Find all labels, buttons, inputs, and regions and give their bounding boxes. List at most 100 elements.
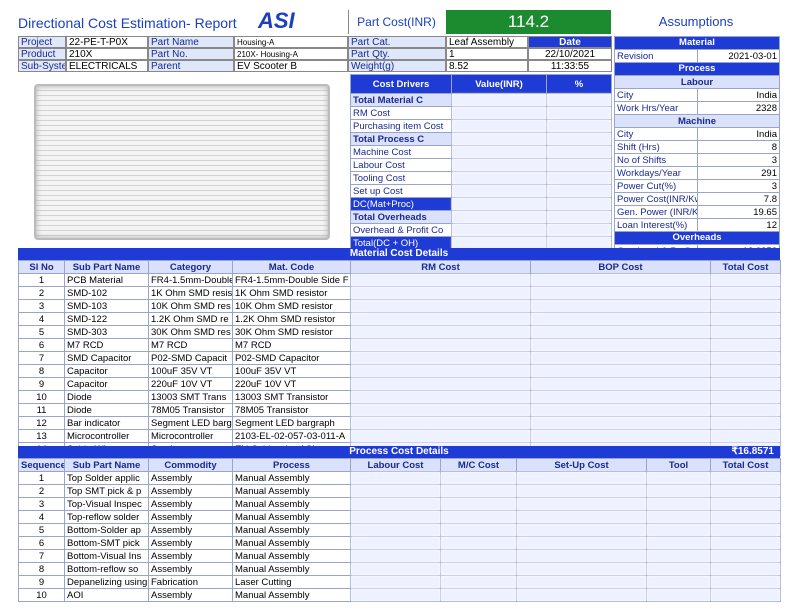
material-row: 7 SMD Capacitor P02-SMD Capacit P02-SMD Cap…: [18, 351, 781, 365]
process-cell: 8: [18, 562, 65, 576]
part-image: [34, 84, 330, 240]
partqty-value[interactable]: 1: [446, 48, 528, 60]
assumption-value[interactable]: 291: [696, 166, 780, 180]
cost-driver-row: Labour Cost: [350, 158, 612, 172]
process-cost-cell: [350, 536, 441, 550]
cost-driver-percent: [546, 145, 612, 159]
process-col-header: Process: [232, 458, 351, 472]
assumptions-title: Assumptions: [658, 14, 734, 29]
material-cost-cell: [530, 338, 711, 352]
assumption-label: Work Hrs/Year: [614, 101, 698, 115]
assumption-label: Power Cut(%): [614, 179, 698, 193]
assumption-label: City: [614, 127, 698, 141]
material-section: Material: [614, 36, 780, 50]
material-cell: Capacitor: [64, 364, 149, 378]
process-cost-cell: [440, 549, 517, 563]
process-cost-cell: [440, 471, 517, 485]
process-col-header: M/C Cost: [440, 458, 517, 472]
process-cost-cell: [440, 588, 517, 602]
product-value: 210X: [66, 48, 148, 60]
date-label: Date: [528, 36, 612, 48]
cost-driver-value: [451, 197, 547, 211]
material-cost-cell: [530, 299, 711, 313]
process-cost-cell: [440, 484, 517, 498]
cost-driver-row: Purchasing item Cost: [350, 119, 612, 133]
process-cost-cell: [516, 523, 647, 537]
material-cost-cell: [350, 338, 531, 352]
process-cost-section: Process Cost Details ₹16.8571 Sequence Su…: [18, 446, 781, 602]
value-header: Value(INR): [451, 74, 547, 94]
assumption-value[interactable]: 8: [696, 140, 780, 154]
material-cell: 6: [18, 338, 65, 352]
material-cell: Microcontroller: [148, 429, 233, 443]
material-cell: 10K Ohm SMD resistor: [232, 299, 351, 313]
cost-driver-label: Machine Cost: [350, 145, 452, 159]
process-cell: Manual Assembly: [232, 588, 351, 602]
cost-driver-row: Total Overheads: [350, 210, 612, 224]
process-cost-cell: [710, 536, 781, 550]
material-cost-cell: [530, 312, 711, 326]
material-cost-cell: [350, 364, 531, 378]
material-cell: 12: [18, 416, 65, 430]
process-cost-cell: [516, 497, 647, 511]
process-cost-cell: [646, 575, 711, 589]
material-cost-cell: [350, 403, 531, 417]
process-col-header: Commodity: [148, 458, 233, 472]
material-cell: M7 RCD: [148, 338, 233, 352]
assumption-value[interactable]: India: [696, 88, 780, 102]
assumption-value[interactable]: 7.8: [696, 192, 780, 206]
assumption-value[interactable]: India: [696, 127, 780, 141]
cost-driver-label: RM Cost: [350, 106, 452, 120]
process-cost-cell: [710, 549, 781, 563]
cost-driver-label: Labour Cost: [350, 158, 452, 172]
assumption-value[interactable]: 19.65: [696, 205, 780, 219]
process-cost-cell: [516, 549, 647, 563]
assumption-value[interactable]: 2328: [696, 101, 780, 115]
cost-driver-value: [451, 210, 547, 224]
partname-label: Part Name: [148, 36, 234, 48]
material-cost-cell: [710, 390, 781, 404]
percent-header: %: [546, 74, 612, 94]
cost-driver-value: [451, 93, 547, 107]
date-value: 22/10/2021: [528, 48, 612, 60]
process-cost-cell: [646, 497, 711, 511]
material-cell: FR4-1.5mm-Double: [148, 273, 233, 287]
material-cost-cell: [530, 364, 711, 378]
assumption-value[interactable]: 12: [696, 218, 780, 232]
process-row: 10 AOI Assembly Manual Assembly: [18, 588, 781, 602]
material-cost-cell: [350, 416, 531, 430]
process-row: 2 Top SMT pick & p Assembly Manual Assembly: [18, 484, 781, 498]
weight-value[interactable]: 8.52: [446, 60, 528, 72]
assumption-value[interactable]: 3: [696, 179, 780, 193]
material-cell: 1: [18, 273, 65, 287]
material-cell: Segment LED barg: [148, 416, 233, 430]
process-cost-cell: [440, 510, 517, 524]
process-col-header: Sub Part Name: [64, 458, 149, 472]
assumption-label: Loan Interest(%): [614, 218, 698, 232]
part-cost-label: Part Cost(INR): [348, 10, 444, 34]
process-cost-cell: [646, 536, 711, 550]
material-cell: 11: [18, 403, 65, 417]
material-col-header: RM Cost: [350, 260, 531, 274]
cost-driver-label: DC(Mat+Proc): [350, 197, 452, 211]
process-cost-cell: [710, 497, 781, 511]
assumption-row: Gen. Power (INR/Kw 19.65: [614, 205, 780, 219]
cost-driver-row: Tooling Cost: [350, 171, 612, 185]
material-cell: 30K Ohm SMD res: [148, 325, 233, 339]
process-cell: Top-Visual Inspec: [64, 497, 149, 511]
material-cost-cell: [530, 429, 711, 443]
process-col-header: Tool: [646, 458, 711, 472]
process-cell: 3: [18, 497, 65, 511]
cost-driver-value: [451, 158, 547, 172]
cost-driver-value: [451, 106, 547, 120]
process-cost-cell: [646, 510, 711, 524]
material-col-header: Sub Part Name: [64, 260, 149, 274]
assumption-value[interactable]: 3: [696, 153, 780, 167]
process-col-header: Set-Up Cost: [516, 458, 647, 472]
material-row: 6 M7 RCD M7 RCD M7 RCD: [18, 338, 781, 352]
material-cell: 4: [18, 312, 65, 326]
cost-driver-percent: [546, 184, 612, 198]
process-cell: Manual Assembly: [232, 471, 351, 485]
assumption-row: City India: [614, 127, 780, 141]
material-cost-cell: [530, 416, 711, 430]
